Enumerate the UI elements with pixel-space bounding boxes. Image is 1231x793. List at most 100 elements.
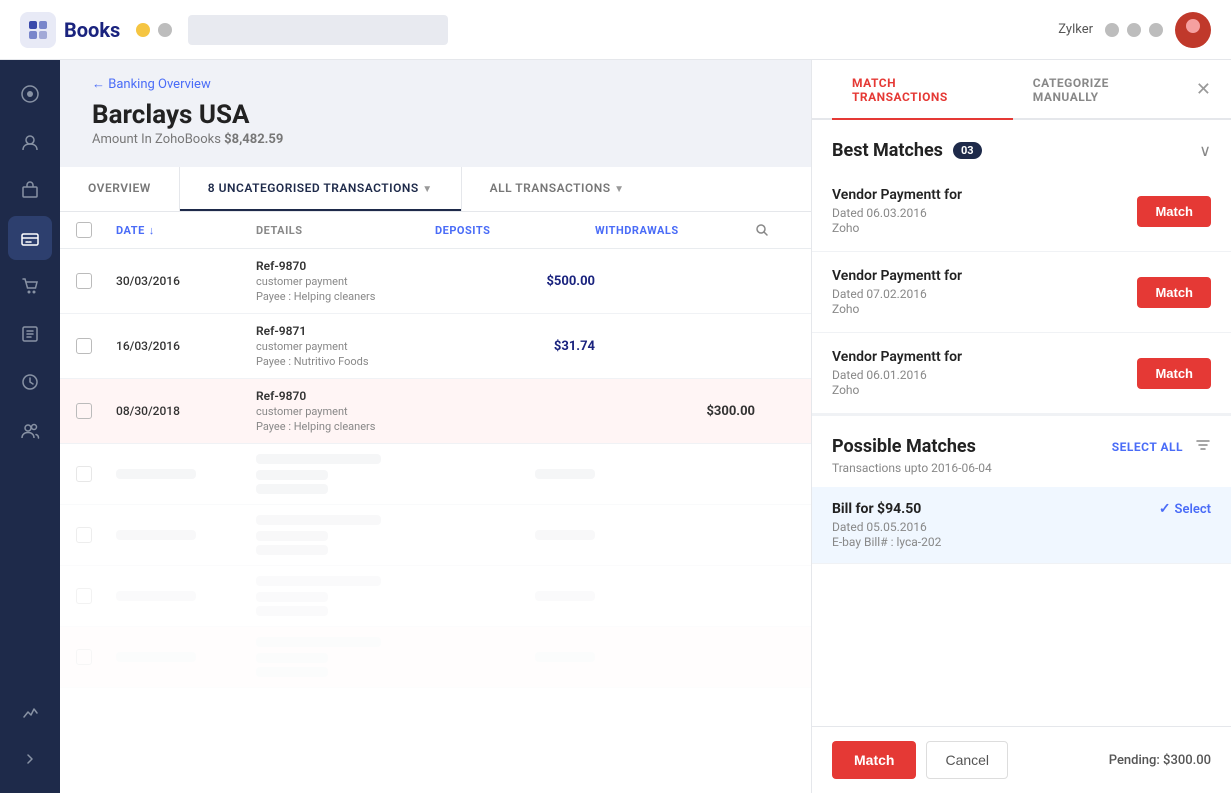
table-row-skeleton-2	[60, 505, 811, 566]
topbar-icon-group	[1105, 23, 1163, 37]
select-all-checkbox[interactable]	[76, 222, 92, 238]
action-match-button[interactable]: Match	[832, 741, 916, 779]
main-layout: ← Banking Overview Barclays USA Amount I…	[0, 60, 1231, 793]
topbar-icon-1[interactable]	[1105, 23, 1119, 37]
match-date-1: Dated 06.03.2016	[832, 206, 1137, 220]
th-search[interactable]	[755, 222, 795, 238]
possible-ref-1: E-bay Bill# : lyca-202	[832, 535, 1159, 549]
best-matches-title: Best Matches 03	[832, 140, 982, 161]
row-checkbox-3[interactable]	[76, 403, 92, 419]
possible-info-1: Bill for $94.50 Dated 05.05.2016 E-bay B…	[832, 501, 1159, 549]
cell-withdrawal-3: $300.00	[595, 404, 755, 419]
tab-dropdown-icon: ▼	[422, 184, 432, 195]
select-all-button[interactable]: SELECT ALL	[1112, 440, 1183, 454]
back-link[interactable]: ← Banking Overview	[92, 76, 779, 92]
th-date[interactable]: DATE ↓	[116, 222, 256, 238]
match-item-3: Vendor Paymentt for Dated 06.01.2016 Zoh…	[812, 333, 1231, 414]
tab-all-dropdown-icon: ▼	[614, 184, 624, 195]
action-bar: Match Cancel Pending: $300.00	[812, 726, 1231, 793]
sidebar	[0, 60, 60, 793]
window-controls	[136, 23, 172, 37]
sidebar-item-inventory[interactable]	[8, 168, 52, 212]
cell-details-1: Ref-9870 customer payment Payee : Helpin…	[256, 259, 435, 303]
match-vendor-3: Zoho	[832, 383, 1137, 397]
match-info-2: Vendor Paymentt for Dated 07.02.2016 Zoh…	[832, 268, 1137, 316]
topbar-icon-2[interactable]	[1127, 23, 1141, 37]
topbar-icon-3[interactable]	[1149, 23, 1163, 37]
logo-text: Books	[64, 18, 120, 42]
match-date-3: Dated 06.01.2016	[832, 368, 1137, 382]
action-bar-left: Match Cancel	[832, 741, 1008, 779]
th-withdrawals: WITHDRAWALS	[595, 222, 755, 238]
row-checkbox-1[interactable]	[76, 273, 92, 289]
pending-amount-text: Pending: $300.00	[1109, 753, 1211, 768]
sidebar-item-shopping[interactable]	[8, 264, 52, 308]
sidebar-item-clock[interactable]	[8, 360, 52, 404]
match-date-2: Dated 07.02.2016	[832, 287, 1137, 301]
topbar-right-section: Zylker	[1058, 12, 1211, 48]
th-details: DETAILS	[256, 222, 435, 238]
possible-item-1: Bill for $94.50 Dated 05.05.2016 E-bay B…	[812, 487, 1231, 564]
match-button-1[interactable]: Match	[1137, 196, 1211, 227]
cell-deposit-1: $500.00	[435, 274, 595, 289]
logo-icon	[20, 12, 56, 48]
match-vendor-1: Zoho	[832, 221, 1137, 235]
th-checkbox	[76, 222, 116, 238]
action-cancel-button[interactable]: Cancel	[926, 741, 1008, 779]
table-row: 30/03/2016 Ref-9870 customer payment Pay…	[60, 249, 811, 314]
panel-tabs: MATCH TRANSACTIONS CATEGORIZE MANUALLY ✕	[812, 60, 1231, 120]
content-area: ← Banking Overview Barclays USA Amount I…	[60, 60, 811, 793]
topbar: Books Zylker	[0, 0, 1231, 60]
table-row-highlighted: 08/30/2018 Ref-9870 customer payment Pay…	[60, 379, 811, 444]
right-panel: MATCH TRANSACTIONS CATEGORIZE MANUALLY ✕…	[811, 60, 1231, 793]
cell-date-2: 16/03/2016	[116, 339, 256, 353]
row-checkbox-s2[interactable]	[76, 527, 92, 543]
sidebar-expand-button[interactable]	[8, 737, 52, 781]
bank-amount: Amount In ZohoBooks $8,482.59	[92, 132, 779, 147]
table-row-skeleton-3	[60, 566, 811, 627]
sidebar-item-banking[interactable]	[8, 216, 52, 260]
tab-overview[interactable]: OVERVIEW	[60, 167, 179, 211]
cell-date-3: 08/30/2018	[116, 404, 256, 418]
match-title-2: Vendor Paymentt for	[832, 268, 1137, 284]
table-row-skeleton-1	[60, 444, 811, 505]
match-info-1: Vendor Paymentt for Dated 06.03.2016 Zoh…	[832, 187, 1137, 235]
maximize-dot	[158, 23, 172, 37]
panel-tab-categorize[interactable]: CATEGORIZE MANUALLY	[1013, 60, 1196, 120]
tab-uncategorised[interactable]: 8 UNCATEGORISED TRANSACTIONS ▼	[180, 167, 461, 211]
banking-nav: ← Banking Overview Barclays USA Amount I…	[60, 60, 811, 147]
best-matches-chevron[interactable]: ∨	[1199, 141, 1211, 160]
panel-body: Best Matches 03 ∨ Vendor Paymentt for Da…	[812, 120, 1231, 726]
possible-matches-subtitle: Transactions upto 2016-06-04	[812, 461, 1231, 487]
logo: Books	[20, 12, 120, 48]
tabs-row: OVERVIEW 8 UNCATEGORISED TRANSACTIONS ▼ …	[60, 167, 811, 212]
tab-all-transactions[interactable]: ALL TRANSACTIONS ▼	[462, 167, 653, 211]
user-menu[interactable]: Zylker	[1058, 22, 1093, 37]
match-item-1: Vendor Paymentt for Dated 06.03.2016 Zoh…	[812, 171, 1231, 252]
row-checkbox-s4[interactable]	[76, 649, 92, 665]
sidebar-item-orders[interactable]	[8, 312, 52, 356]
possible-select-button-1[interactable]: ✓ Select	[1159, 501, 1211, 517]
sort-icon: ↓	[149, 224, 155, 237]
match-button-2[interactable]: Match	[1137, 277, 1211, 308]
sidebar-item-contacts[interactable]	[8, 120, 52, 164]
match-button-3[interactable]: Match	[1137, 358, 1211, 389]
best-matches-badge: 03	[953, 142, 982, 159]
bank-title: Barclays USA	[92, 100, 779, 130]
panel-tab-match[interactable]: MATCH TRANSACTIONS	[832, 60, 1013, 120]
row-checkbox-s1[interactable]	[76, 466, 92, 482]
sidebar-item-users[interactable]	[8, 408, 52, 452]
cell-date-1: 30/03/2016	[116, 274, 256, 288]
panel-close-button[interactable]: ✕	[1196, 60, 1211, 118]
match-title-3: Vendor Paymentt for	[832, 349, 1137, 365]
cell-details-2: Ref-9871 customer payment Payee : Nutrit…	[256, 324, 435, 368]
avatar[interactable]	[1175, 12, 1211, 48]
row-checkbox-2[interactable]	[76, 338, 92, 354]
match-title-1: Vendor Paymentt for	[832, 187, 1137, 203]
possible-title-1: Bill for $94.50	[832, 501, 1159, 517]
filter-icon[interactable]	[1195, 437, 1211, 457]
topbar-search-bar	[188, 15, 448, 45]
sidebar-item-dashboard[interactable]	[8, 72, 52, 116]
row-checkbox-s3[interactable]	[76, 588, 92, 604]
sidebar-item-reports[interactable]	[8, 689, 52, 733]
